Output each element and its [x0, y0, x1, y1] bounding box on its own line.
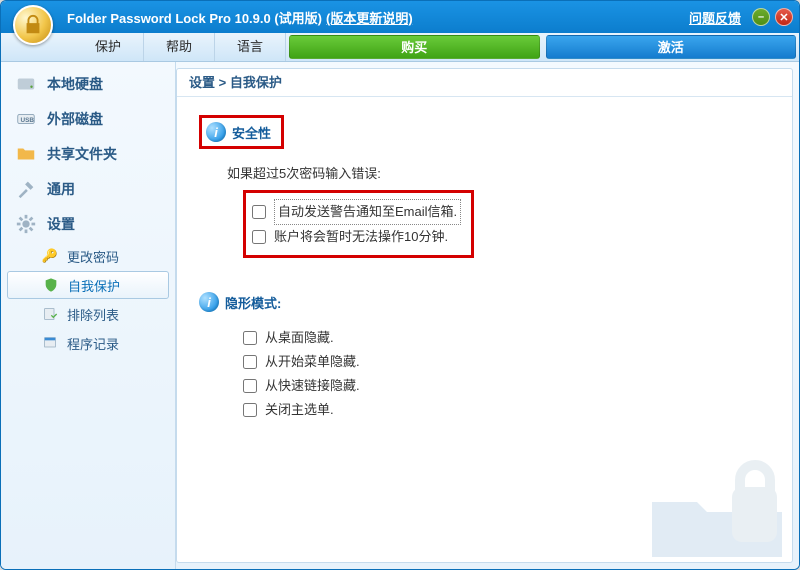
sidebar-sub-self-protect[interactable]: 自我保护 — [7, 271, 169, 299]
sidebar-item-shared-folder[interactable]: 共享文件夹 — [7, 137, 169, 171]
titlebar: Folder Password Lock Pro 10.9.0 (试用版) (版… — [1, 1, 799, 33]
minimize-button[interactable]: – — [752, 8, 770, 26]
hdd-icon — [15, 73, 37, 95]
checkbox-hide-desktop[interactable]: 从桌面隐藏. — [243, 326, 770, 350]
stealth-heading-text: 隐形模式: — [225, 293, 281, 312]
checkbox-input[interactable] — [252, 205, 266, 219]
sidebar-label: 本地硬盘 — [47, 74, 103, 94]
checkbox-label: 账户将会暂时无法操作10分钟. — [274, 225, 448, 249]
sidebar-item-local-disk[interactable]: 本地硬盘 — [7, 67, 169, 101]
checkbox-input[interactable] — [252, 230, 266, 244]
usb-icon: USB — [15, 108, 37, 130]
checkbox-close-mainmenu[interactable]: 关闭主选单. — [243, 398, 770, 422]
checkbox-lock-account[interactable]: 账户将会暂时无法操作10分钟. — [252, 225, 461, 249]
sidebar-sub-label: 程序记录 — [67, 334, 119, 353]
close-button[interactable]: ✕ — [775, 8, 793, 26]
list-icon — [41, 305, 59, 323]
gear-icon — [15, 213, 37, 235]
checkbox-label: 从开始菜单隐藏. — [265, 350, 360, 374]
menu-help[interactable]: 帮助 — [144, 33, 215, 61]
buy-button[interactable]: 购买 — [289, 35, 539, 59]
content-panel: 设置 > 自我保护 i 安全性 如果超过5次密码输入错误: 自动发送警告通知至E… — [176, 68, 793, 563]
sidebar-sub-change-password[interactable]: 🔑 更改密码 — [7, 242, 169, 270]
sidebar-sub-exclusion-list[interactable]: 排除列表 — [7, 300, 169, 328]
checkbox-label: 自动发送警告通知至Email信箱. — [274, 199, 461, 225]
info-icon: i — [206, 122, 226, 142]
sidebar-sub-label: 排除列表 — [67, 305, 119, 324]
watermark-icon — [642, 452, 792, 562]
checkbox-input[interactable] — [243, 331, 257, 345]
app-window: Folder Password Lock Pro 10.9.0 (试用版) (版… — [0, 0, 800, 570]
menubar: 保护 帮助 语言 购买 激活 — [1, 33, 799, 62]
sidebar-sub-label: 更改密码 — [67, 247, 119, 266]
sidebar: 本地硬盘 USB 外部磁盘 共享文件夹 通用 — [1, 62, 176, 569]
checkbox-label: 从桌面隐藏. — [265, 326, 334, 350]
stealth-heading: i 隐形模式: — [199, 292, 281, 312]
checkbox-input[interactable] — [243, 403, 257, 417]
checkbox-input[interactable] — [243, 379, 257, 393]
security-group-label: 如果超过5次密码输入错误: — [227, 163, 770, 182]
checkbox-hide-startmenu[interactable]: 从开始菜单隐藏. — [243, 350, 770, 374]
log-icon — [41, 334, 59, 352]
menu-language[interactable]: 语言 — [215, 33, 286, 61]
sidebar-label: 外部磁盘 — [47, 109, 103, 129]
sidebar-label: 通用 — [47, 179, 75, 199]
checkbox-label: 关闭主选单. — [265, 398, 334, 422]
svg-text:USB: USB — [21, 117, 35, 124]
breadcrumb: 设置 > 自我保护 — [177, 69, 792, 97]
checkbox-label: 从快速链接隐藏. — [265, 374, 360, 398]
shield-icon — [42, 276, 60, 294]
info-icon: i — [199, 292, 219, 312]
tools-icon — [15, 178, 37, 200]
app-logo-icon — [13, 5, 53, 45]
sidebar-sub-program-log[interactable]: 程序记录 — [7, 329, 169, 357]
security-heading: i 安全性 — [199, 115, 284, 149]
sidebar-label: 共享文件夹 — [47, 144, 117, 164]
menu-protect[interactable]: 保护 — [73, 33, 144, 61]
window-title: Folder Password Lock Pro 10.9.0 (试用版) — [67, 8, 322, 27]
checkbox-input[interactable] — [243, 355, 257, 369]
folder-share-icon — [15, 143, 37, 165]
security-heading-text: 安全性 — [232, 123, 271, 142]
security-options: 自动发送警告通知至Email信箱. 账户将会暂时无法操作10分钟. — [243, 190, 474, 258]
body: 本地硬盘 USB 外部磁盘 共享文件夹 通用 — [1, 62, 799, 569]
sidebar-item-general[interactable]: 通用 — [7, 172, 169, 206]
sidebar-sub-label: 自我保护 — [68, 276, 120, 295]
feedback-link[interactable]: 问题反馈 — [689, 8, 741, 27]
sidebar-item-settings[interactable]: 设置 — [7, 207, 169, 241]
sidebar-item-external-disk[interactable]: USB 外部磁盘 — [7, 102, 169, 136]
stealth-options: 从桌面隐藏. 从开始菜单隐藏. 从快速链接隐藏. 关闭主选单. — [243, 326, 770, 422]
settings-pane: i 安全性 如果超过5次密码输入错误: 自动发送警告通知至Email信箱. 账户… — [177, 97, 792, 432]
sidebar-label: 设置 — [47, 214, 75, 234]
activate-button[interactable]: 激活 — [546, 35, 796, 59]
checkbox-hide-quicklaunch[interactable]: 从快速链接隐藏. — [243, 374, 770, 398]
key-icon: 🔑 — [41, 247, 59, 265]
checkbox-email-alert[interactable]: 自动发送警告通知至Email信箱. — [252, 199, 461, 225]
update-notes-link[interactable]: (版本更新说明) — [326, 8, 413, 27]
